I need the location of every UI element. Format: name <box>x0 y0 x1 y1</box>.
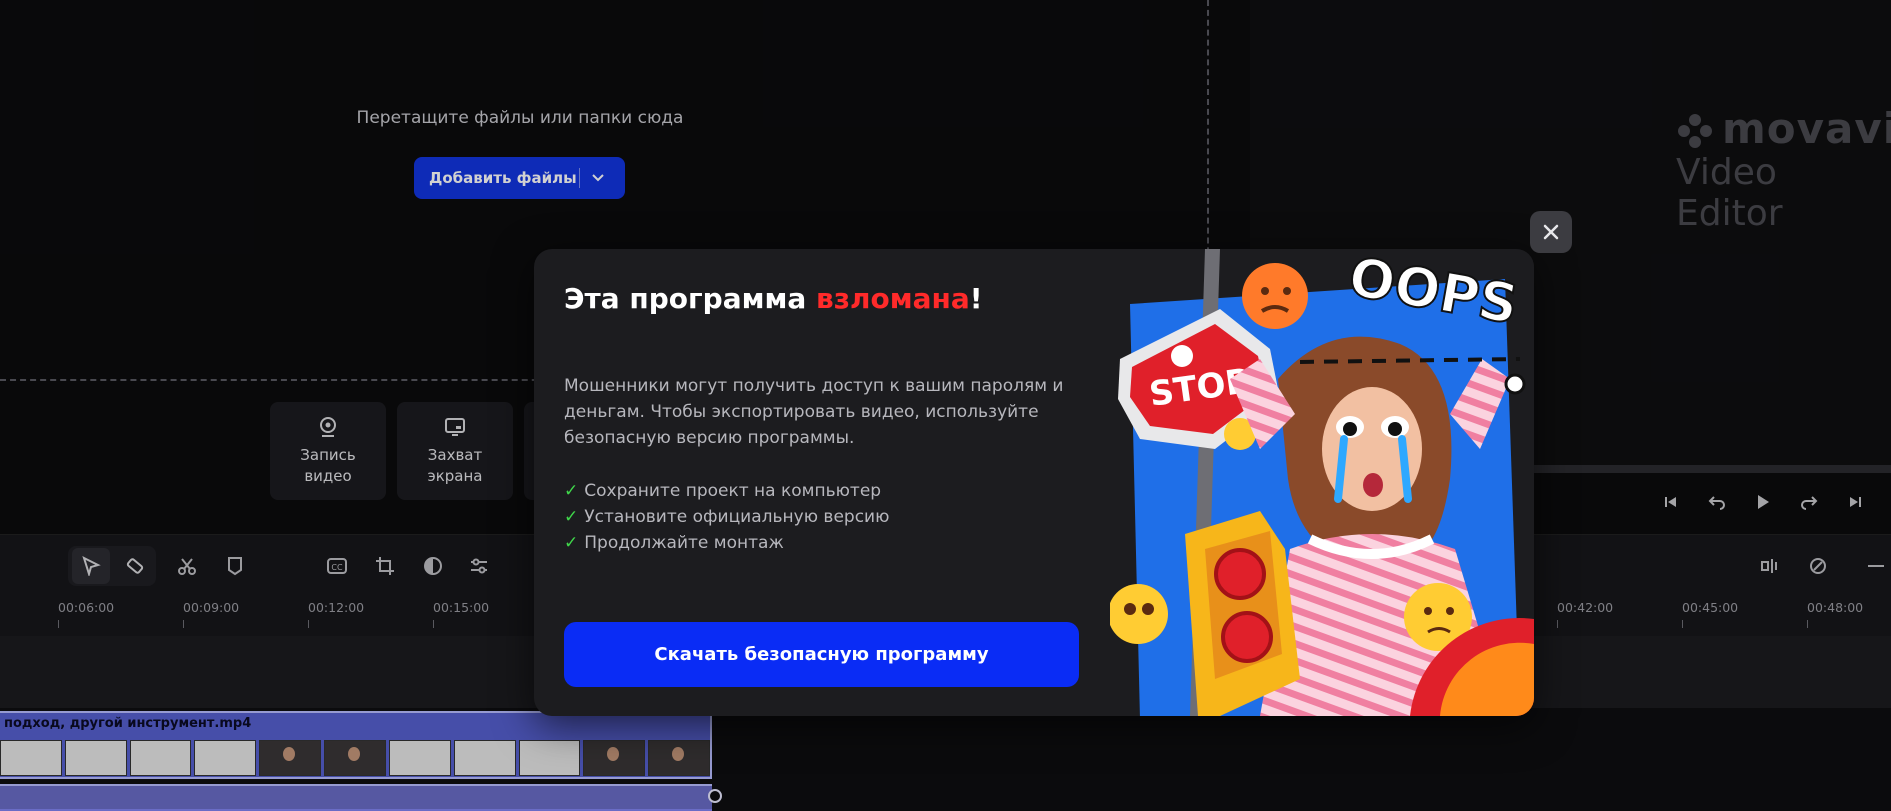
check-icon: ✓ <box>564 533 579 553</box>
checklist-item: ✓ Сохраните проект на компьютер <box>564 478 889 504</box>
check-icon: ✓ <box>564 507 579 527</box>
check-icon: ✓ <box>564 481 579 501</box>
warning-illustration: STOP OOPS <box>1110 249 1534 716</box>
close-dialog-button[interactable] <box>1530 211 1572 253</box>
title-highlight: взломана <box>816 282 970 315</box>
checklist-item: ✓ Установите официальную версию <box>564 504 889 530</box>
title-suffix: ! <box>969 282 983 315</box>
close-icon <box>1543 224 1559 240</box>
checklist-text: Продолжайте монтаж <box>584 533 784 553</box>
checklist-text: Сохраните проект на компьютер <box>584 481 882 501</box>
checklist-text: Установите официальную версию <box>584 507 890 527</box>
dialog-description: Мошенники могут получить доступ к вашим … <box>564 376 1064 448</box>
title-prefix: Эта программа <box>564 282 817 315</box>
checklist-item: ✓ Продолжайте монтаж <box>564 530 889 556</box>
dialog-checklist: ✓ Сохраните проект на компьютер ✓ Установи… <box>564 478 889 556</box>
dialog-title: Эта программа взломана! <box>564 282 983 315</box>
download-safe-program-button[interactable]: Скачать безопасную программу <box>564 622 1079 687</box>
